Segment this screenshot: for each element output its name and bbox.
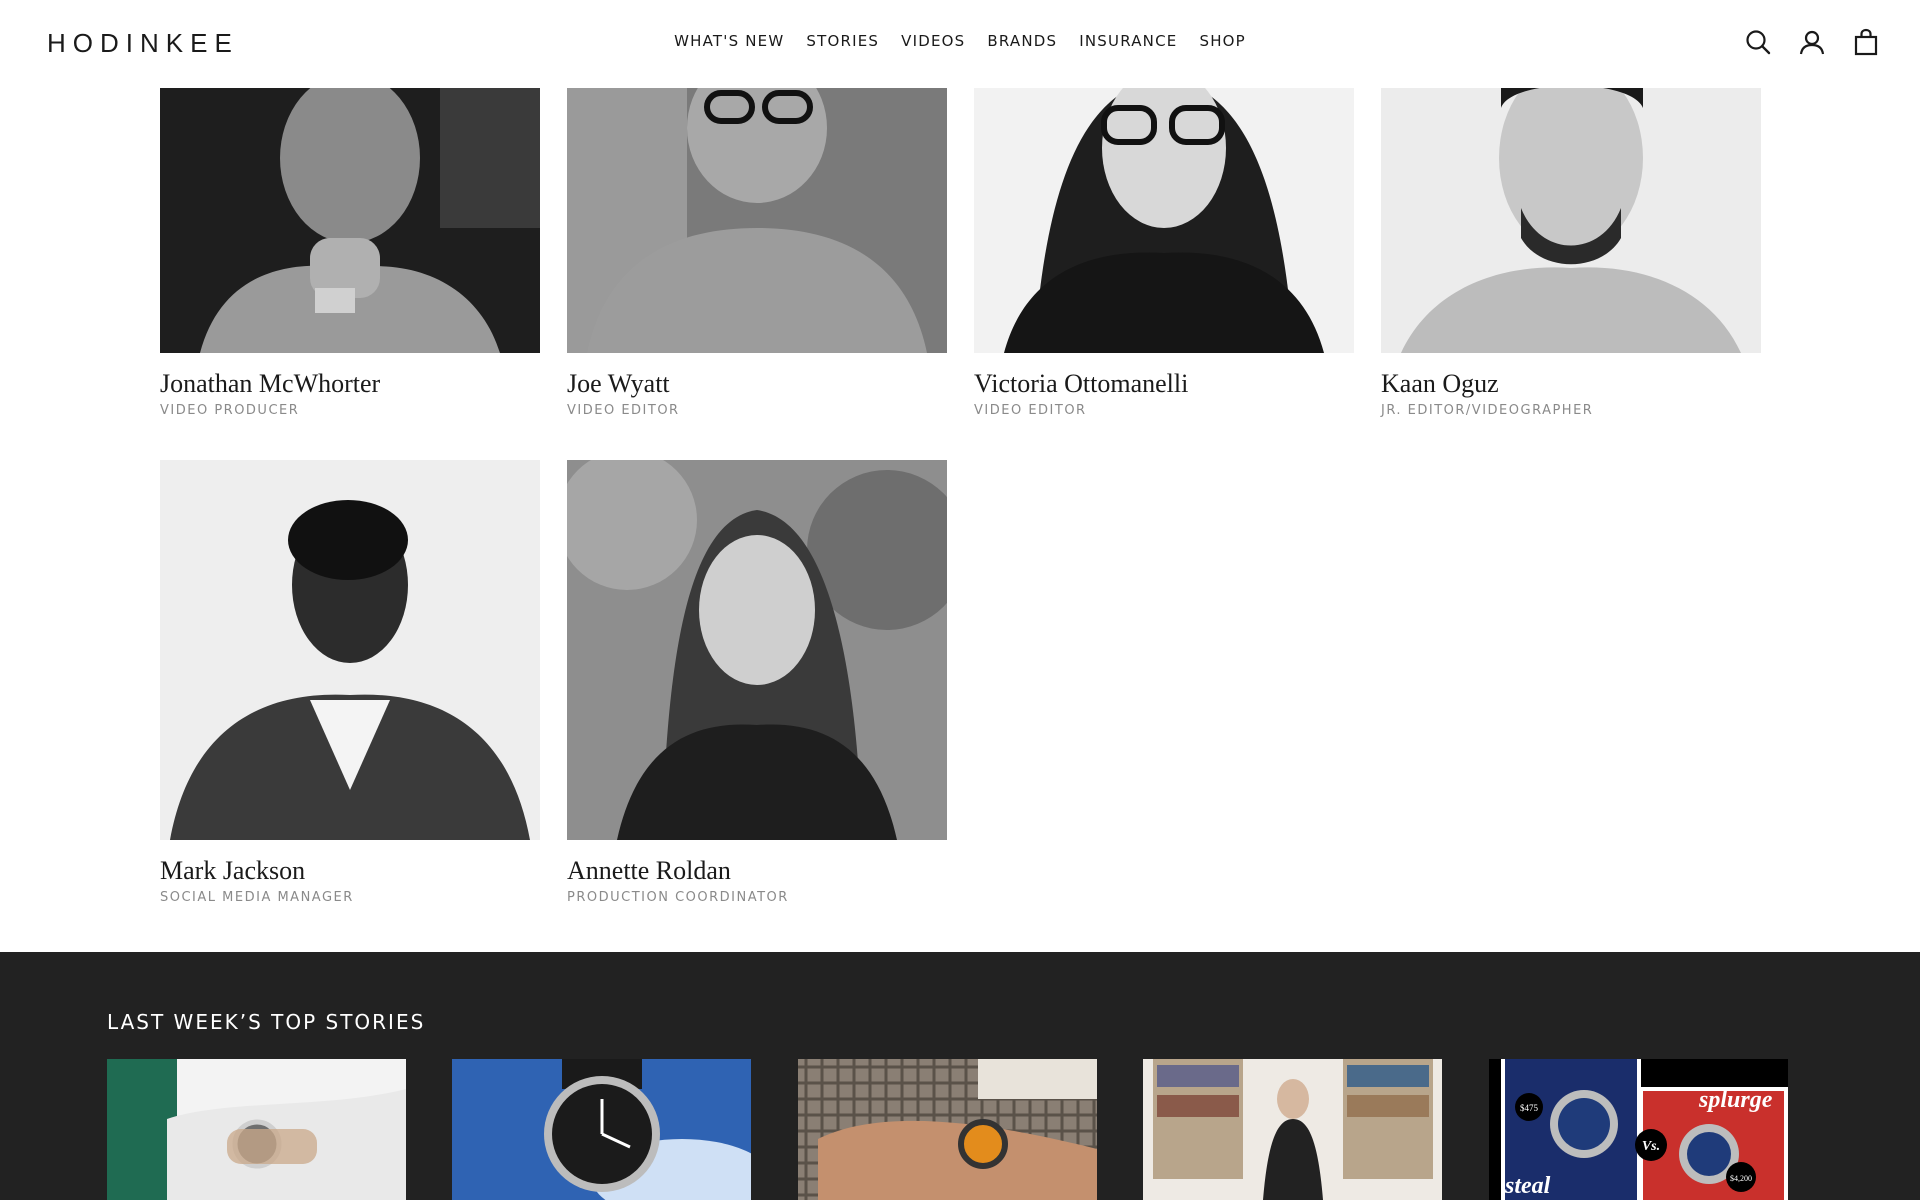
nav-brands[interactable]: BRANDS (987, 32, 1057, 50)
member-role: PRODUCTION COORDINATOR (567, 890, 789, 905)
vs-label: Vs. (1642, 1139, 1660, 1154)
team-member-card[interactable]: Mark Jackson SOCIAL MEDIA MANAGER (160, 460, 540, 905)
story-card-steal-vs-splurge[interactable]: Vs. $475 $4,200 splurge steal (1489, 1059, 1788, 1200)
nav-whats-new[interactable]: WHAT'S NEW (674, 32, 784, 50)
site-header: HODINKEE WHAT'S NEW STORIES VIDEOS BRAND… (0, 0, 1920, 88)
member-role: VIDEO EDITOR (974, 403, 1087, 418)
member-photo (567, 88, 947, 353)
splurge-label: splurge (1698, 1087, 1773, 1113)
member-role: VIDEO PRODUCER (160, 403, 300, 418)
top-stories-section: LAST WEEK’S TOP STORIES Vs. $475 $4,200 … (0, 952, 1920, 1200)
nav-shop[interactable]: SHOP (1199, 32, 1245, 50)
story-card[interactable] (107, 1059, 406, 1200)
header-actions (1744, 28, 1880, 56)
nav-stories[interactable]: STORIES (806, 32, 879, 50)
section-title: LAST WEEK’S TOP STORIES (107, 1010, 426, 1034)
member-role: VIDEO EDITOR (567, 403, 680, 418)
member-role: JR. EDITOR/VIDEOGRAPHER (1381, 403, 1594, 418)
team-member-card[interactable]: Annette Roldan PRODUCTION COORDINATOR (567, 460, 947, 905)
account-icon[interactable] (1798, 28, 1826, 56)
price-high-label: $4,200 (1730, 1174, 1752, 1183)
search-icon[interactable] (1744, 28, 1772, 56)
member-name: Mark Jackson (160, 856, 306, 885)
story-card[interactable] (1143, 1059, 1442, 1200)
member-photo (567, 460, 947, 840)
team-member-card[interactable]: Jonathan McWhorter VIDEO PRODUCER (160, 88, 540, 418)
member-photo (160, 88, 540, 353)
member-photo (160, 460, 540, 840)
steal-label: steal (1504, 1173, 1551, 1199)
team-member-card[interactable]: Victoria Ottomanelli VIDEO EDITOR (974, 88, 1354, 418)
member-name: Kaan Oguz (1381, 369, 1499, 398)
main-nav: WHAT'S NEW STORIES VIDEOS BRANDS INSURAN… (0, 32, 1920, 51)
shopping-bag-icon[interactable] (1852, 28, 1880, 56)
member-name: Victoria Ottomanelli (974, 369, 1189, 398)
story-card[interactable] (798, 1059, 1097, 1200)
member-name: Joe Wyatt (567, 369, 670, 398)
member-photo (974, 88, 1354, 353)
team-member-card[interactable]: Joe Wyatt VIDEO EDITOR (567, 88, 947, 418)
member-name: Jonathan McWhorter (160, 369, 381, 398)
team-member-card[interactable]: Kaan Oguz JR. EDITOR/VIDEOGRAPHER (1381, 88, 1761, 418)
member-name: Annette Roldan (567, 856, 731, 885)
price-low-label: $475 (1520, 1103, 1539, 1113)
nav-videos[interactable]: VIDEOS (901, 32, 965, 50)
member-role: SOCIAL MEDIA MANAGER (160, 890, 354, 905)
nav-insurance[interactable]: INSURANCE (1079, 32, 1177, 50)
member-photo (1381, 88, 1761, 353)
story-card[interactable] (452, 1059, 751, 1200)
